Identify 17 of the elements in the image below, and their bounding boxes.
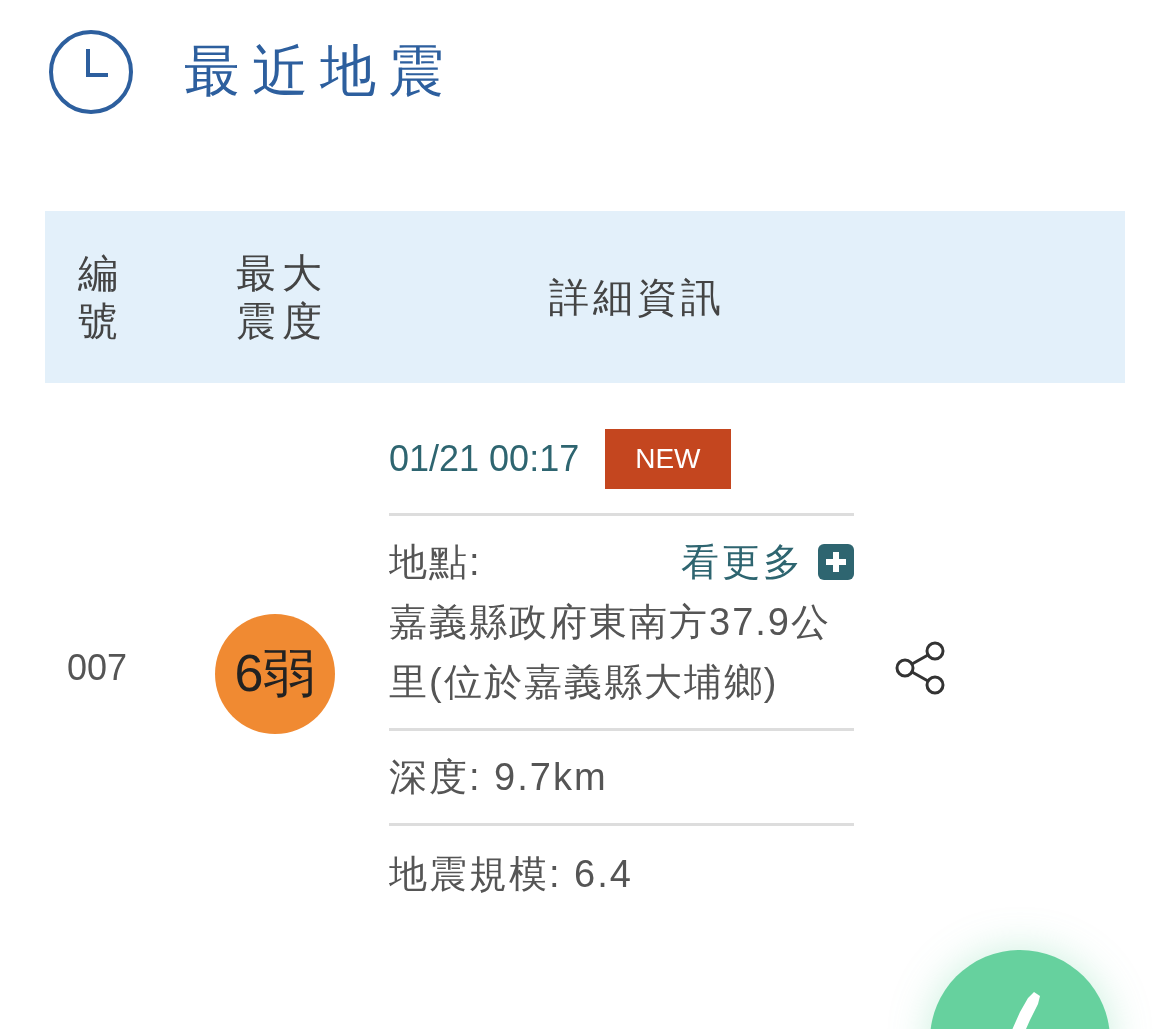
column-header: 詳細資訊 [549, 274, 725, 321]
column-header: 編號 [78, 250, 118, 345]
location-label: 地點: [389, 540, 482, 585]
clock-icon [48, 29, 134, 115]
depth-text: 深度: 9.7km [389, 756, 608, 798]
share-button[interactable] [894, 639, 946, 696]
location-text: 嘉義縣政府東南方37.9公里(位於嘉義縣大埔鄉) [389, 600, 832, 705]
quake-number: 007 [67, 646, 129, 689]
more-link[interactable]: 看更多 [681, 536, 854, 588]
new-badge: NEW [605, 429, 731, 489]
share-icon [894, 639, 946, 696]
magnitude-text: 地震規模: 6.4 [389, 853, 633, 895]
page-title: 最近地震 [184, 38, 456, 104]
column-header: 最大震度 [236, 250, 329, 345]
plus-icon [818, 544, 854, 580]
quake-time: 01/21 00:17 [389, 438, 580, 480]
intensity-badge: 6弱 [215, 613, 335, 734]
